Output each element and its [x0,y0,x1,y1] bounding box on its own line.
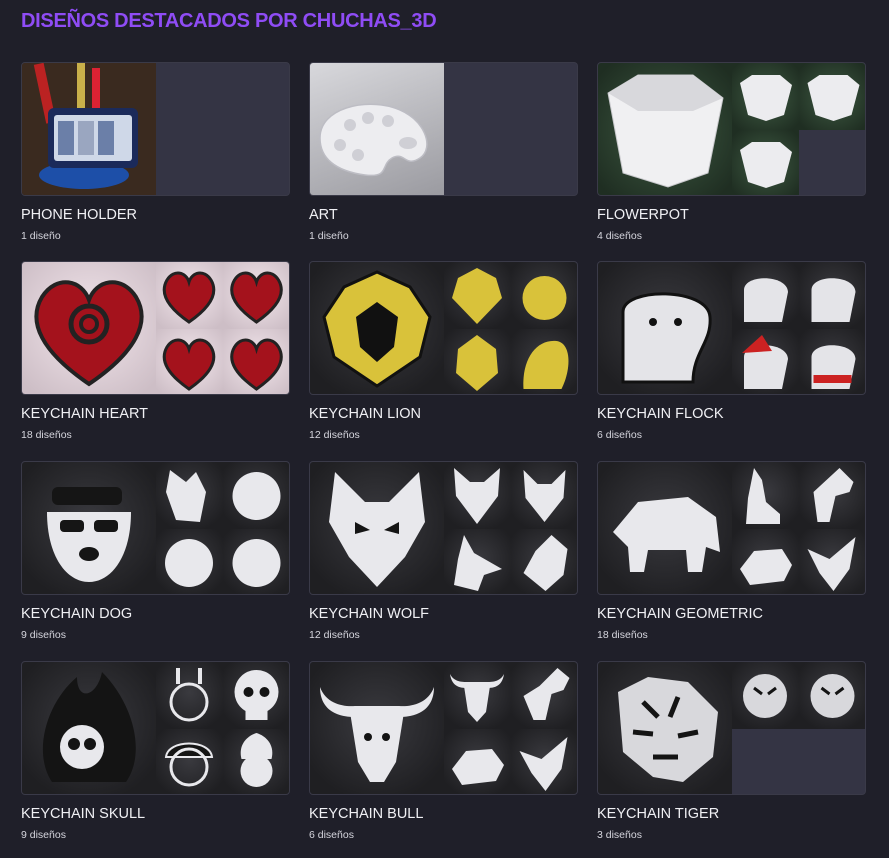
collection-card-keychain-skull[interactable]: KEYCHAIN SKULL 9 diseños [21,661,290,851]
geometric-keychain-photo-4 [732,529,799,594]
collection-title[interactable]: KEYCHAIN DOG [21,606,132,622]
collection-title[interactable]: KEYCHAIN BULL [309,806,423,822]
collection-card-keychain-wolf[interactable]: KEYCHAIN WOLF 12 diseños [309,461,578,651]
skull-keychain-photo [22,662,156,794]
wolf-keychain-photo-3 [511,462,577,529]
collection-thumbnail[interactable] [21,461,290,595]
geometric-keychain-photo-5 [799,529,865,594]
dog-keychain-photo-2 [156,462,223,529]
collection-title[interactable]: KEYCHAIN FLOCK [597,406,724,422]
flowerpot-photo-2 [732,63,799,130]
collection-thumbnail[interactable] [21,62,290,196]
collection-count: 1 diseño [21,230,61,242]
collection-card-keychain-bull[interactable]: KEYCHAIN BULL 6 diseños [309,661,578,851]
tiger-keychain-photo [598,662,732,794]
phone-holder-photo [22,63,156,195]
collection-count: 1 diseño [309,230,349,242]
collection-count: 18 diseños [597,629,648,641]
collection-title[interactable]: KEYCHAIN HEART [21,406,148,422]
collection-card-keychain-heart[interactable]: KEYCHAIN HEART 18 diseños [21,261,290,451]
collection-card-art[interactable]: ART 1 diseño [309,62,578,252]
flowerpot-photo-4 [732,130,799,195]
dog-keychain-photo-3 [223,462,289,529]
collection-thumbnail[interactable] [309,461,578,595]
geometric-keychain-photo-3 [799,462,865,529]
collection-card-keychain-lion[interactable]: KEYCHAIN LION 12 diseños [309,261,578,451]
flock-keychain-photo-5 [799,329,865,394]
bull-keychain-photo-3 [511,662,577,729]
collection-title[interactable]: KEYCHAIN GEOMETRIC [597,606,763,622]
wolf-keychain-photo-5 [511,529,577,594]
collection-thumbnail[interactable] [309,661,578,795]
collection-card-flowerpot[interactable]: FLOWERPOT 4 diseños [597,62,866,252]
lion-keychain-photo-4 [444,329,511,394]
wolf-keychain-photo-2 [444,462,511,529]
flowerpot-photo [598,63,732,195]
flock-keychain-photo-3 [799,262,865,329]
bull-keychain-photo [310,662,444,794]
flock-keychain-photo-4 [732,329,799,394]
collection-title[interactable]: KEYCHAIN LION [309,406,421,422]
lion-keychain-photo-3 [511,262,577,329]
collection-count: 9 diseños [21,829,66,841]
collection-card-keychain-dog[interactable]: KEYCHAIN DOG 9 diseños [21,461,290,651]
collection-title[interactable]: ART [309,207,338,223]
collection-card-keychain-geometric[interactable]: KEYCHAIN GEOMETRIC 18 diseños [597,461,866,651]
collection-thumbnail[interactable] [21,261,290,395]
heart-keychain-photo-2 [156,262,223,329]
collection-count: 6 diseños [309,829,354,841]
collection-title[interactable]: KEYCHAIN TIGER [597,806,719,822]
collection-title[interactable]: KEYCHAIN SKULL [21,806,145,822]
collection-thumbnail[interactable] [21,661,290,795]
page-title: DISEÑOS DESTACADOS POR CHUCHAS_3D [21,10,437,32]
collection-title[interactable]: KEYCHAIN WOLF [309,606,429,622]
heart-keychain-photo-4 [156,329,223,394]
tiger-keychain-photo-3 [799,662,865,729]
collection-count: 3 diseños [597,829,642,841]
collection-thumbnail[interactable] [597,661,866,795]
collection-count: 4 diseños [597,230,642,242]
collection-card-keychain-tiger[interactable]: KEYCHAIN TIGER 3 diseños [597,661,866,851]
collection-title[interactable]: PHONE HOLDER [21,207,137,223]
heart-keychain-photo [22,262,156,394]
geometric-keychain-photo [598,462,732,594]
collection-thumbnail[interactable] [309,261,578,395]
palette-photo [310,63,444,195]
collection-card-phone-holder[interactable]: PHONE HOLDER 1 diseño [21,62,290,252]
collection-count: 6 diseños [597,429,642,441]
heart-keychain-photo-3 [223,262,289,329]
collection-thumbnail[interactable] [597,62,866,196]
dog-keychain-photo-5 [223,529,289,594]
flowerpot-photo-3 [799,63,865,130]
collection-count: 18 diseños [21,429,72,441]
lion-keychain-photo-2 [444,262,511,329]
dog-keychain-photo-4 [156,529,223,594]
collection-count: 12 diseños [309,629,360,641]
collection-count: 9 diseños [21,629,66,641]
heart-keychain-photo-5 [223,329,289,394]
collection-count: 12 diseños [309,429,360,441]
tiger-keychain-photo-2 [732,662,799,729]
lion-keychain-photo [310,262,444,394]
collection-title[interactable]: FLOWERPOT [597,207,689,223]
bull-keychain-photo-4 [444,729,511,794]
bull-keychain-photo-5 [511,729,577,794]
bull-keychain-photo-2 [444,662,511,729]
collection-thumbnail[interactable] [597,461,866,595]
flock-keychain-photo-2 [732,262,799,329]
collection-card-keychain-flock[interactable]: KEYCHAIN FLOCK 6 diseños [597,261,866,451]
collection-thumbnail[interactable] [309,62,578,196]
wolf-keychain-photo [310,462,444,594]
collection-thumbnail[interactable] [597,261,866,395]
wolf-keychain-photo-4 [444,529,511,594]
skull-keychain-photo-5 [223,729,289,794]
skull-keychain-photo-4 [156,729,223,794]
lion-keychain-photo-5 [511,329,577,394]
geometric-keychain-photo-2 [732,462,799,529]
flock-keychain-photo [598,262,732,394]
skull-keychain-photo-3 [223,662,289,729]
skull-keychain-photo-2 [156,662,223,729]
dog-keychain-photo [22,462,156,594]
